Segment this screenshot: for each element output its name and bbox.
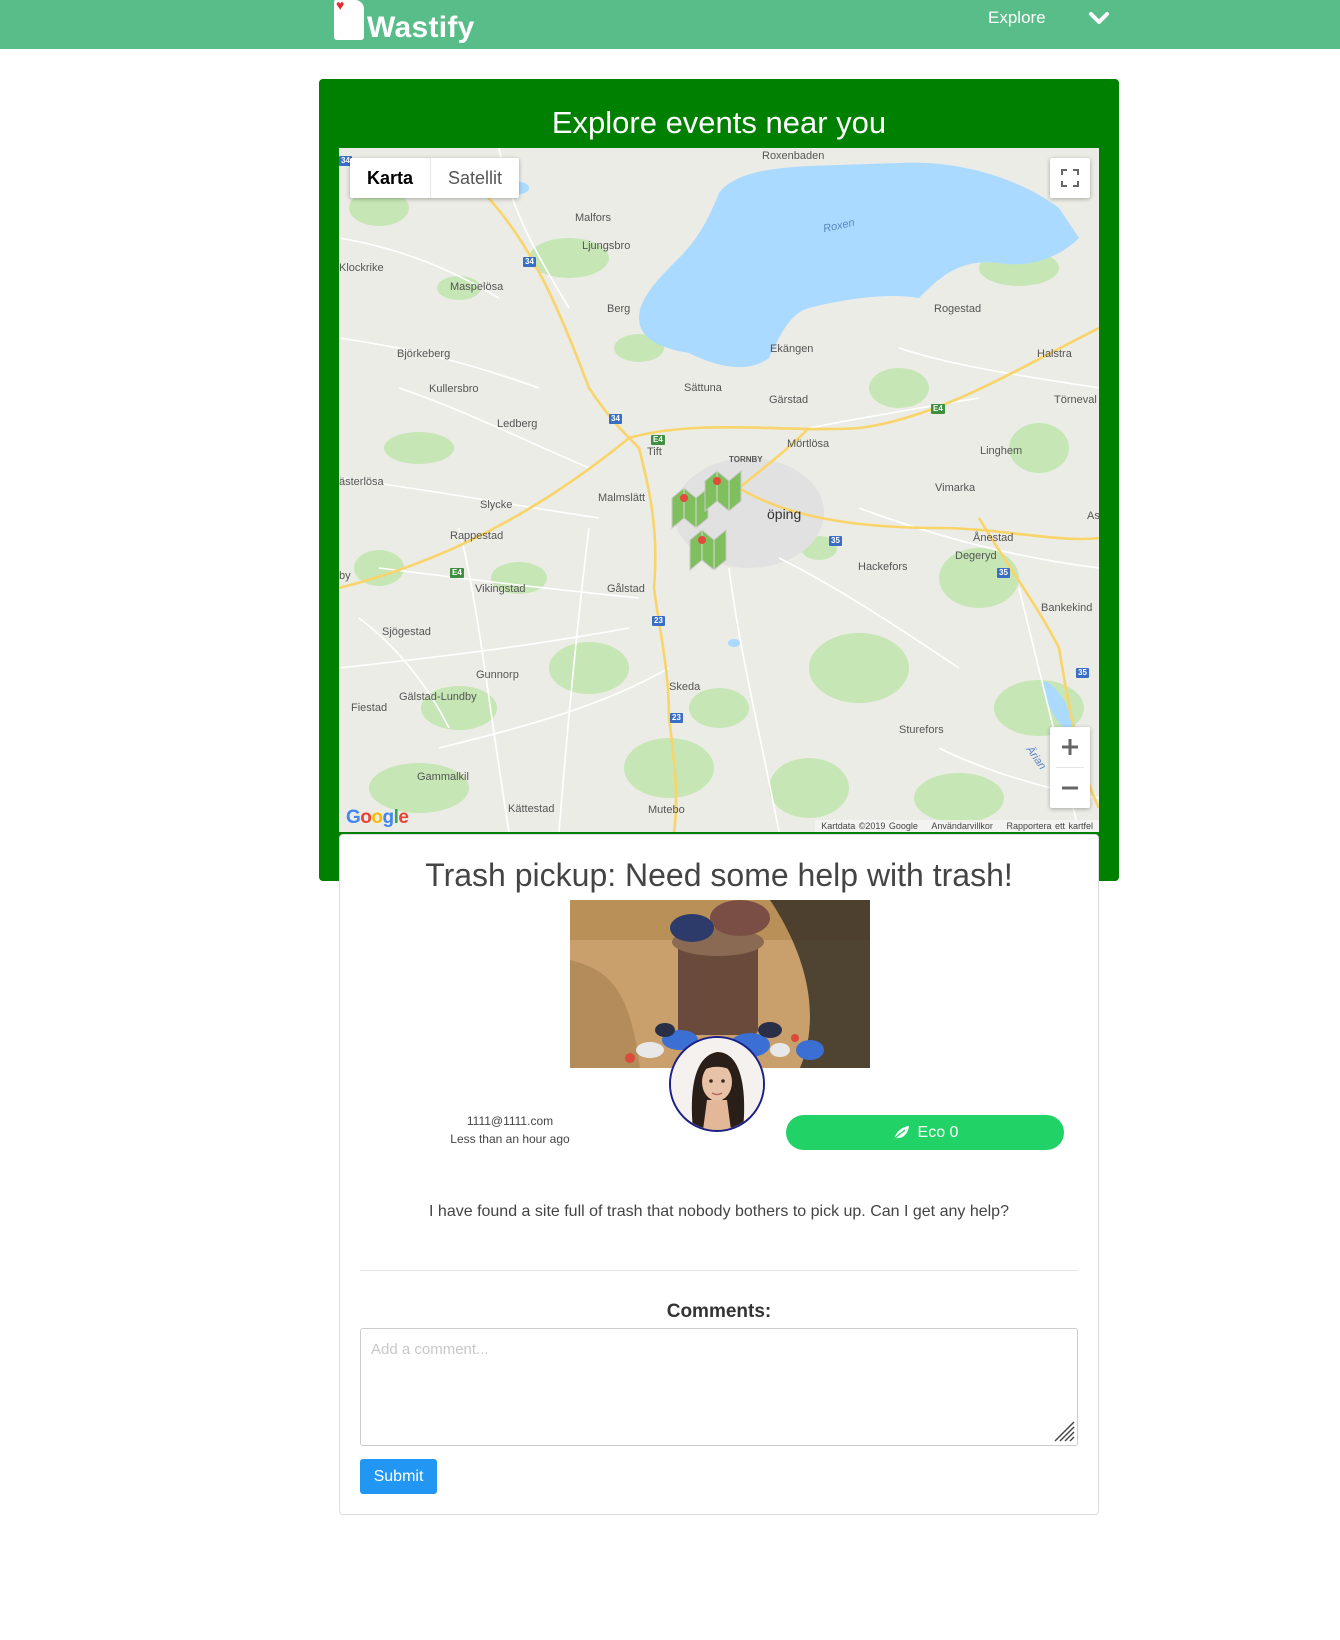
submit-comment-button[interactable]: Submit — [360, 1459, 437, 1494]
minus-icon — [1062, 786, 1078, 790]
comment-input[interactable] — [360, 1328, 1078, 1446]
road-shield: 35 — [829, 536, 842, 546]
place-label: Ekängen — [770, 343, 814, 355]
road-shield: E4 — [450, 568, 464, 578]
place-label: Malmslätt — [598, 492, 646, 504]
terms-link[interactable]: Användarvillkor — [931, 821, 993, 831]
place-label: Ledberg — [497, 418, 538, 430]
event-card: Trash pickup: Need some help with trash! — [339, 834, 1099, 1515]
place-label: Maspelösa — [450, 281, 504, 293]
events-map[interactable]: Roxenbaden Roxen Malfors Ljungsbro Klock… — [339, 148, 1099, 832]
place-label: Sturefors — [899, 724, 944, 736]
place-label: Tift — [647, 446, 662, 458]
google-logo[interactable]: Google — [346, 807, 409, 829]
place-label: Björkeberg — [397, 348, 451, 360]
place-label: Vimarka — [935, 482, 976, 494]
divider — [360, 1270, 1078, 1271]
place-label: Bankekind — [1041, 602, 1093, 614]
place-label: öping — [767, 506, 802, 522]
logo-icon: ♥ — [334, 0, 364, 40]
place-label: Sättuna — [684, 382, 722, 394]
road-shield: 34 — [523, 257, 536, 267]
place-label: Gammalkil — [417, 771, 469, 783]
place-label: Kättestad — [508, 803, 555, 815]
eco-count-label: Eco 0 — [917, 1123, 959, 1141]
place-label: Sjögestad — [382, 626, 431, 638]
place-label: Berg — [607, 303, 631, 315]
road-shield: 23 — [652, 616, 665, 626]
fullscreen-icon — [1061, 169, 1079, 187]
map-data-credit: Kartdata ©2019 Google — [821, 821, 918, 831]
nav-explore-link[interactable]: Explore — [988, 8, 1046, 28]
report-map-error-link[interactable]: Rapportera ett kartfel — [1006, 821, 1093, 831]
zoom-in-button[interactable] — [1050, 727, 1090, 767]
place-label: Gålstad — [607, 583, 645, 595]
place-label: Hackefors — [858, 561, 908, 573]
place-label: Ånestad — [973, 532, 1014, 544]
author-email[interactable]: 1111@1111.com — [420, 1114, 600, 1128]
zoom-control — [1050, 727, 1090, 808]
place-label: Klockrike — [339, 262, 384, 274]
place-label: Ljungsbro — [582, 240, 631, 252]
brand-logo[interactable]: ♥ Wastify — [334, 0, 475, 49]
road-shield: 34 — [609, 414, 622, 424]
comments-heading: Comments: — [666, 1301, 772, 1322]
place-label: Vikingstad — [475, 583, 526, 595]
post-timestamp: Less than an hour ago — [450, 1132, 570, 1146]
place-label: Gunnorp — [476, 669, 519, 681]
map-type-control: Karta Satellit — [350, 158, 520, 198]
leaf-icon — [892, 1125, 909, 1140]
explore-title: Explore events near you — [551, 105, 887, 140]
place-label: Fiestad — [351, 702, 388, 714]
place-label: Gälstad-Lundby — [399, 691, 477, 703]
map-attribution: Kartdata ©2019 Google Användarvillkor Ra… — [815, 820, 1099, 832]
event-description: I have found a site full of trash that n… — [429, 1203, 1009, 1220]
eco-button[interactable]: Eco 0 — [786, 1115, 1064, 1150]
place-label: Linghem — [980, 445, 1023, 457]
event-title: Trash pickup: Need some help with trash! — [425, 857, 1013, 893]
place-label: Skeda — [669, 681, 701, 693]
road-shield: 23 — [670, 713, 683, 723]
road-shield: 35 — [1076, 668, 1089, 678]
place-label: Gärstad — [769, 394, 809, 406]
place-label: Kullersbro — [429, 383, 479, 395]
fullscreen-button[interactable] — [1050, 158, 1090, 198]
place-label: Rappestad — [450, 530, 504, 542]
place-label: TORNBY — [729, 455, 763, 464]
place-label: Slycke — [480, 499, 513, 511]
place-label: Mörtlösa — [787, 438, 830, 450]
place-label: Malfors — [575, 212, 612, 224]
road-shield: 35 — [997, 568, 1010, 578]
map-canvas[interactable] — [339, 148, 1099, 832]
map-type-satellit-button[interactable]: Satellit — [431, 158, 519, 198]
road-shield: E4 — [931, 404, 945, 414]
zoom-out-button[interactable] — [1050, 768, 1090, 808]
place-label: Rogestad — [934, 303, 982, 315]
chevron-down-icon[interactable] — [1088, 10, 1110, 26]
place-label: As — [1087, 510, 1099, 522]
map-type-karta-button[interactable]: Karta — [350, 158, 432, 198]
place-label: by — [339, 570, 351, 582]
place-label: Degeryd — [955, 550, 997, 562]
place-label: Roxenbaden — [762, 150, 825, 162]
plus-icon — [1062, 739, 1078, 755]
author-avatar[interactable] — [669, 1036, 765, 1132]
place-label: Törneval — [1054, 394, 1097, 406]
place-label: Halstra — [1037, 348, 1072, 360]
place-label: ästerlösa — [339, 476, 384, 488]
road-shield: E4 — [651, 435, 665, 445]
navbar: ♥ Wastify Explore — [0, 0, 1340, 49]
place-label: Mutebo — [648, 804, 685, 816]
brand-name: Wastify — [367, 11, 475, 44]
